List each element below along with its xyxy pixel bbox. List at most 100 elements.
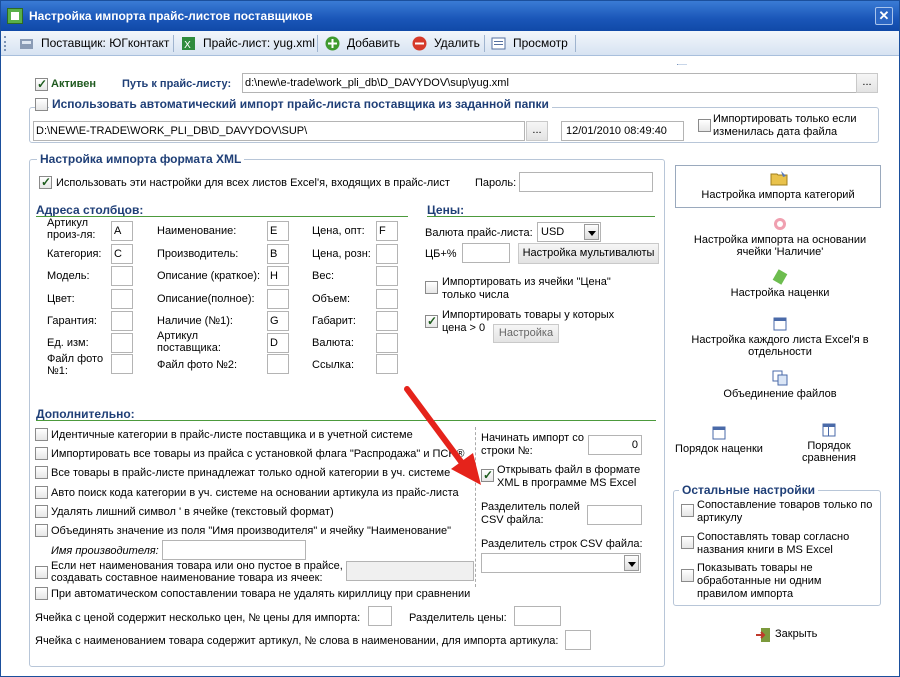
photo1-input[interactable] <box>111 354 133 374</box>
import-if-changed-label: Импортировать только если изменилась дат… <box>713 113 857 138</box>
toolbar-separator <box>484 35 485 52</box>
password-input[interactable] <box>519 172 653 192</box>
warranty-input[interactable] <box>111 311 133 331</box>
title-bar: Настройка импорта прайс-листов поставщик… <box>1 1 899 31</box>
article-supplier-input[interactable]: D <box>267 333 289 353</box>
merge-manufacturer-label: Объединять значение из поля "Имя произво… <box>51 525 452 537</box>
link-input[interactable] <box>376 354 398 374</box>
auto-import-checkbox[interactable] <box>35 98 48 111</box>
add-label: Добавить <box>347 36 401 50</box>
csv-row-sep-dropdown[interactable] <box>481 553 641 573</box>
name-input[interactable]: E <box>267 221 289 241</box>
price-retail-input[interactable] <box>376 244 398 264</box>
start-row-input[interactable]: 0 <box>588 435 642 455</box>
markup-label: Настройка наценки <box>730 287 830 299</box>
composite-name-checkbox[interactable] <box>35 566 48 579</box>
path-browse-button[interactable]: ... <box>856 73 878 93</box>
markup-order-link[interactable]: Порядок наценки <box>669 425 769 455</box>
match-by-article-label: Сопоставление товаров только по артикулу <box>697 499 873 524</box>
match-by-book-checkbox[interactable] <box>681 536 694 549</box>
sale-flag-checkbox[interactable] <box>35 447 48 460</box>
photo2-input[interactable] <box>267 354 289 374</box>
import-goods-price-checkbox[interactable] <box>425 314 438 328</box>
excel-icon: X <box>182 37 195 51</box>
dimensions-input[interactable] <box>376 311 398 331</box>
close-button[interactable]: Закрыть <box>755 625 835 645</box>
composite-name-input[interactable] <box>346 561 474 581</box>
toolbar-grip[interactable] <box>4 36 7 51</box>
each-sheet-link[interactable]: Настройка каждого листа Excel'я в отдель… <box>675 316 885 358</box>
import-price-numbers-checkbox[interactable] <box>425 281 438 294</box>
photo2-label: Файл фото №2: <box>157 359 238 371</box>
use-for-all-sheets-checkbox[interactable] <box>39 175 52 189</box>
pricelist-button[interactable]: X Прайс-лист: yug.xml <box>181 34 315 53</box>
full-desc-input[interactable] <box>267 289 289 309</box>
volume-input[interactable] <box>376 289 398 309</box>
show-unprocessed-checkbox[interactable] <box>681 569 694 582</box>
color-input[interactable] <box>111 289 133 309</box>
category-input[interactable]: C <box>111 244 133 264</box>
price-wholesale-label: Цена, опт: <box>312 225 365 237</box>
price-wholesale-input[interactable]: F <box>376 221 398 241</box>
multi-price-input[interactable] <box>368 606 392 626</box>
model-label: Модель: <box>47 270 90 282</box>
close-window-button[interactable]: ✕ <box>875 7 893 25</box>
currency-col-input[interactable] <box>376 333 398 353</box>
remove-quote-checkbox[interactable] <box>35 505 48 518</box>
weight-label: Вес: <box>312 270 335 282</box>
availability-import-link[interactable]: Настройка импорта на основании ячейки 'Н… <box>675 216 885 258</box>
remove-quote-label: Удалять лишний символ ' в ячейке (тексто… <box>51 506 334 518</box>
merge-files-link[interactable]: Объединение файлов <box>675 370 885 400</box>
model-input[interactable] <box>111 266 133 286</box>
app-icon <box>7 8 23 24</box>
each-sheet-label: Настройка каждого листа Excel'я в отдель… <box>691 334 869 358</box>
weight-input[interactable] <box>376 266 398 286</box>
folder-browse-button[interactable]: ... <box>526 121 548 141</box>
add-button[interactable]: Добавить <box>325 34 405 53</box>
unit-input[interactable] <box>111 333 133 353</box>
compare-order-link[interactable]: Порядок сравнения <box>789 422 869 464</box>
prices-section-title: Цены: <box>427 203 465 217</box>
preview-label: Просмотр <box>513 36 568 50</box>
folder-date-input[interactable]: 12/01/2010 08:49:40 <box>561 121 684 141</box>
price-separator-input[interactable] <box>514 606 561 626</box>
annotation-arrow-icon <box>404 386 481 485</box>
folder-input[interactable]: D:\NEW\E-TRADE\WORK_PLI_DB\D_DAVYDOV\SUP… <box>33 121 525 141</box>
merge-manufacturer-checkbox[interactable] <box>35 524 48 537</box>
supplier-button[interactable]: Поставщик: ЮГконтакт <box>19 34 169 53</box>
cb-percent-input[interactable] <box>462 243 510 263</box>
single-category-checkbox[interactable] <box>35 466 48 479</box>
name-label: Наименование: <box>157 225 237 237</box>
xml-settings-title: Настройка импорта формата XML <box>37 152 245 166</box>
keep-cyrillic-checkbox[interactable] <box>35 587 48 600</box>
use-for-all-sheets-label: Использовать эти настройки для всех лист… <box>56 177 450 189</box>
delete-button[interactable]: Удалить <box>412 34 482 53</box>
price-settings-button[interactable]: Настройка <box>493 324 559 343</box>
category-import-button[interactable]: Настройка импорта категорий <box>675 165 881 208</box>
auto-category-checkbox[interactable] <box>35 486 48 499</box>
short-desc-input[interactable]: H <box>267 266 289 286</box>
active-checkbox[interactable] <box>35 77 48 91</box>
preview-button[interactable]: Просмотр <box>491 34 571 53</box>
csv-row-sep-label: Разделитель строк CSV файла: <box>481 538 643 550</box>
currency-dropdown-arrow-icon[interactable] <box>584 224 599 240</box>
manufacturer-name-input[interactable] <box>162 540 306 560</box>
article-mfr-input[interactable]: A <box>111 221 133 241</box>
unit-label: Ед. изм: <box>47 337 89 349</box>
manufacturer-input[interactable]: B <box>267 244 289 264</box>
article-in-name-input[interactable] <box>565 630 591 650</box>
markup-link[interactable]: Настройка наценки <box>675 269 885 299</box>
match-by-book-label: Сопоставлять товар согласно названия кни… <box>697 531 850 556</box>
merge-files-icon <box>772 370 788 386</box>
path-input[interactable]: d:\new\e-trade\work_pli_db\D_DAVYDOV\sup… <box>242 73 858 93</box>
delete-label: Удалить <box>434 36 480 50</box>
multicurrency-button[interactable]: Настройка мультивалюты <box>518 243 659 264</box>
match-by-article-checkbox[interactable] <box>681 504 694 517</box>
toolbar-separator <box>173 35 174 52</box>
availability-input[interactable]: G <box>267 311 289 331</box>
currency-dropdown[interactable]: USD <box>537 222 601 242</box>
csv-field-sep-input[interactable] <box>587 505 642 525</box>
identical-categories-checkbox[interactable] <box>35 428 48 441</box>
csv-row-sep-arrow-icon[interactable] <box>624 555 639 571</box>
import-if-changed-checkbox[interactable] <box>698 119 711 132</box>
